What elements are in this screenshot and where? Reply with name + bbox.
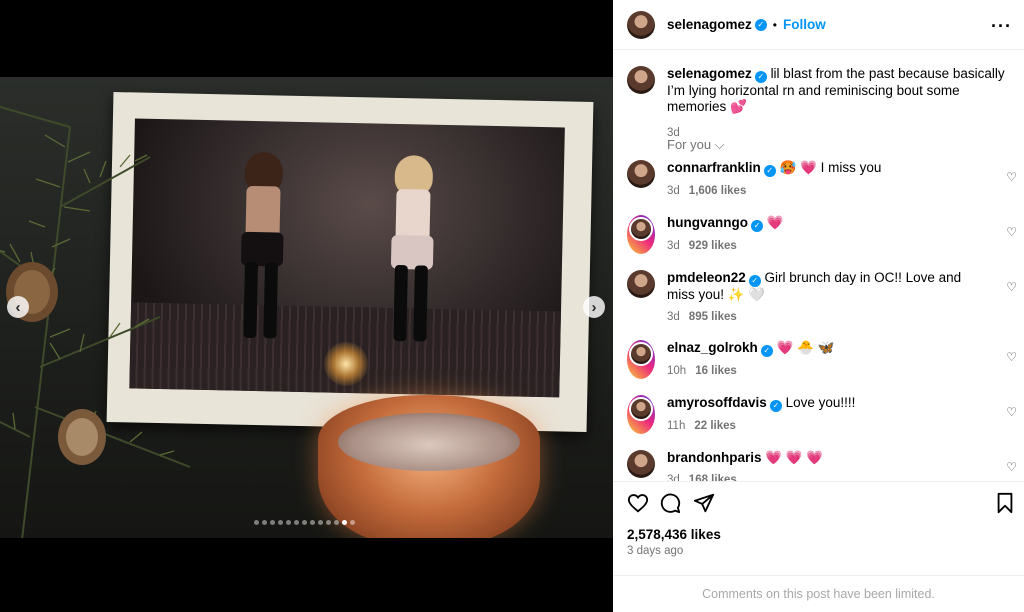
verified-badge-icon: ✓ (748, 275, 761, 287)
comment-row: elnaz_golrokh ✓ 💗 🐣 🦋 10h 16 likes ♡ (627, 340, 1017, 379)
post-sidebar: selenagomez ✓ • Follow ··· selenagomez ✓ … (613, 0, 1024, 612)
avatar[interactable] (627, 395, 655, 434)
avatar[interactable] (627, 450, 655, 478)
avatar[interactable] (627, 66, 655, 94)
comment-text: 💗 💗 💗 (765, 450, 824, 465)
comment-username[interactable]: amyrosoffdavis (667, 395, 767, 410)
carousel-dot (310, 520, 315, 525)
comment-row: hungvanngo ✓ 💗 3d 929 likes ♡ (627, 215, 1017, 254)
carousel-indicator (254, 520, 355, 525)
follow-button[interactable]: Follow (783, 17, 826, 32)
more-options-icon[interactable]: ··· (991, 16, 1012, 37)
comment-text: Love you!!!! (785, 395, 856, 410)
author-username[interactable]: selenagomez (667, 17, 752, 32)
carousel-dot (254, 520, 259, 525)
comment-row: connarfranklin ✓ 🥵 💗 I miss you 3d 1,606 li… (627, 160, 1017, 199)
carousel-dot (278, 520, 283, 525)
share-icon[interactable] (693, 492, 715, 514)
carousel-dot (302, 520, 307, 525)
verified-badge-icon: ✓ (754, 71, 767, 83)
carousel-dot (350, 520, 355, 525)
comments-limited-notice: Comments on this post have been limited. (613, 575, 1024, 612)
comment-username[interactable]: brandonhparis (667, 450, 762, 465)
comments-list: connarfranklin ✓ 🥵 💗 I miss you 3d 1,606 li… (627, 160, 1017, 482)
comment-age: 3d (667, 240, 680, 252)
comment-age: 3d (667, 185, 680, 197)
pine-branches (0, 106, 191, 538)
heart-icon[interactable]: ♡ (1006, 170, 1017, 184)
comment-like-count[interactable]: 1,606 likes (689, 185, 747, 197)
bookmark-icon[interactable] (995, 492, 1015, 514)
comment-filter-dropdown[interactable]: For you ⌵ (667, 137, 725, 153)
avatar[interactable] (627, 270, 655, 298)
carousel-dot (342, 520, 347, 525)
carousel-dot (294, 520, 299, 525)
comment-row: brandonhparis 💗 💗 💗 3d 168 likes ♡ (627, 450, 1017, 482)
separator: • (772, 17, 777, 32)
post-caption: selenagomez ✓ lil blast from the past bec… (627, 66, 1012, 141)
caption-username[interactable]: selenagomez (667, 66, 752, 81)
carousel-dot (318, 520, 323, 525)
comment-username[interactable]: elnaz_golrokh (667, 340, 758, 355)
verified-badge-icon: ✓ (751, 220, 763, 232)
avatar[interactable] (627, 10, 655, 39)
verified-badge-icon: ✓ (763, 165, 776, 177)
heart-icon[interactable]: ♡ (1006, 405, 1017, 419)
heart-icon[interactable]: ♡ (1006, 280, 1017, 294)
action-bar: 2,578,436 likes 3 days ago (613, 481, 1024, 575)
comment-username[interactable]: hungvanngo (667, 215, 748, 230)
avatar[interactable] (627, 215, 655, 254)
comment-like-count[interactable]: 895 likes (689, 311, 737, 323)
comment-username[interactable]: connarfranklin (667, 160, 761, 175)
avatar[interactable] (627, 340, 655, 379)
verified-badge-icon: ✓ (760, 345, 773, 357)
comment-age: 10h (667, 365, 687, 377)
carousel-dot (334, 520, 339, 525)
comment-age: 11h (667, 420, 686, 432)
chevron-left-icon[interactable]: ‹ (7, 296, 29, 318)
verified-badge-icon: ✓ (754, 18, 767, 31)
verified-badge-icon: ✓ (769, 400, 782, 412)
comment-text: 💗 🐣 🦋 (776, 340, 835, 355)
comment-icon[interactable] (659, 492, 681, 514)
heart-icon[interactable]: ♡ (1006, 460, 1017, 474)
carousel-dot (262, 520, 267, 525)
comment-text: 🥵 💗 I miss you (779, 160, 882, 175)
heart-icon[interactable]: ♡ (1006, 350, 1017, 364)
heart-icon[interactable] (627, 492, 649, 514)
comment-row: pmdeleon22 ✓ Girl brunch day in OC!! Love… (627, 270, 1017, 325)
comment-like-count[interactable]: 22 likes (694, 420, 736, 432)
post-media: ‹ › (0, 0, 613, 612)
post-timestamp[interactable]: 3 days ago (627, 545, 683, 557)
candle-jar (318, 395, 540, 538)
comment-text: 💗 (766, 215, 784, 230)
carousel-dot (270, 520, 275, 525)
comment-like-count[interactable]: 16 likes (695, 365, 737, 377)
heart-icon[interactable]: ♡ (1006, 225, 1017, 239)
like-count[interactable]: 2,578,436 likes (627, 527, 721, 542)
comment-age: 3d (667, 311, 680, 323)
avatar[interactable] (627, 160, 655, 188)
post-header: selenagomez ✓ • Follow ··· (613, 0, 1024, 50)
carousel-dot (286, 520, 291, 525)
comment-like-count[interactable]: 929 likes (689, 240, 737, 252)
chevron-right-icon[interactable]: › (583, 296, 605, 318)
post-photo (0, 77, 613, 538)
comment-row: amyrosoffdavis ✓ Love you!!!! 11h 22 likes ♡ (627, 395, 1017, 434)
carousel-dot (326, 520, 331, 525)
comment-username[interactable]: pmdeleon22 (667, 270, 746, 285)
